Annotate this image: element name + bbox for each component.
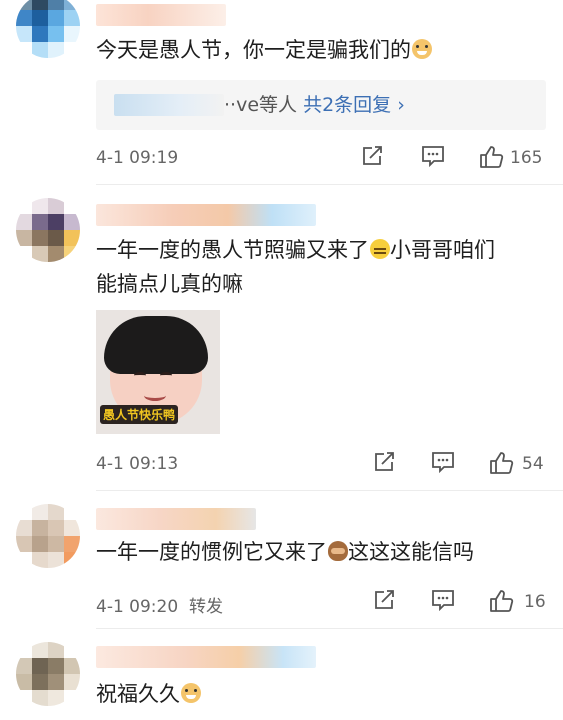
- divider: [96, 628, 563, 629]
- sticker-caption: 愚人节快乐鸭: [100, 405, 179, 424]
- comment-text: 一年一度的惯例它又来了 这这这能信吗: [96, 536, 474, 568]
- username-blurred[interactable]: [96, 646, 316, 668]
- reply-username-blurred: [114, 94, 224, 116]
- like-icon[interactable]: [478, 144, 504, 174]
- comment-meta: 4-1 09:20 转发 16: [96, 588, 546, 618]
- comment-meta: 4-1 09:13 54: [96, 450, 546, 480]
- doge-emoji-icon: [412, 39, 432, 59]
- avatar[interactable]: [16, 0, 80, 58]
- username-blurred[interactable]: [96, 4, 226, 26]
- comment-time: 4-1 09:19: [96, 148, 179, 168]
- like-count: 16: [524, 592, 546, 612]
- comment-time: 4-1 09:13: [96, 454, 179, 474]
- reply-summary: ··ve等人 共2条回复 ›: [224, 90, 405, 120]
- comment-time: 4-1 09:20 转发: [96, 592, 223, 617]
- username-blurred[interactable]: [96, 204, 316, 226]
- comment-text-line1-tail: 小哥哥咱们: [390, 238, 495, 262]
- comment-text-tail: 这这这能信吗: [348, 540, 474, 564]
- comment-text: 祝福久久: [96, 678, 201, 710]
- sticker-mouth: [144, 390, 166, 401]
- comment-text-content: 祝福久久: [96, 682, 180, 706]
- comment-meta: 4-1 09:19 165: [96, 144, 546, 174]
- sticker-eye: [160, 372, 172, 379]
- comment-text-line2-content: 能搞点儿真的嘛: [96, 272, 243, 296]
- view-replies-link[interactable]: 共2条回复 ›: [303, 94, 405, 116]
- comment-text: 一年一度的愚人节照骗又来了 小哥哥咱们: [96, 234, 495, 266]
- share-icon[interactable]: [372, 588, 396, 616]
- comment-text: 今天是愚人节，你一定是骗我们的: [96, 34, 432, 66]
- comment-icon[interactable]: [420, 144, 446, 172]
- sweat-emoji-icon: [370, 239, 390, 259]
- reply-users: ··ve等人: [224, 94, 298, 116]
- avatar[interactable]: [16, 504, 80, 568]
- see-no-evil-monkey-icon: [328, 541, 348, 561]
- comment-icon[interactable]: [430, 450, 456, 478]
- forward-link[interactable]: 转发: [189, 597, 223, 617]
- sticker-eye: [134, 372, 146, 379]
- comment-text-line1: 一年一度的愚人节照骗又来了: [96, 238, 369, 262]
- avatar[interactable]: [16, 198, 80, 262]
- divider: [96, 490, 563, 491]
- avatar[interactable]: [16, 642, 80, 706]
- share-icon[interactable]: [360, 144, 384, 172]
- like-icon[interactable]: [488, 450, 514, 480]
- sticker-image[interactable]: 愚人节快乐鸭: [96, 310, 220, 434]
- doge-emoji-icon: [181, 683, 201, 703]
- comment-text-content: 今天是愚人节，你一定是骗我们的: [96, 38, 411, 62]
- share-icon[interactable]: [372, 450, 396, 478]
- comment-text-content: 一年一度的惯例它又来了: [96, 540, 327, 564]
- comment-icon[interactable]: [430, 588, 456, 616]
- like-count: 165: [510, 148, 543, 168]
- like-count: 54: [522, 454, 544, 474]
- comment-text-line2: 能搞点儿真的嘛: [96, 268, 243, 300]
- username-blurred[interactable]: [96, 508, 256, 530]
- comment-time-value: 4-1 09:20: [96, 597, 179, 617]
- sticker-hair: [104, 316, 208, 374]
- divider: [96, 184, 563, 185]
- like-icon[interactable]: [488, 588, 514, 618]
- replies-preview[interactable]: ··ve等人 共2条回复 ›: [96, 80, 546, 130]
